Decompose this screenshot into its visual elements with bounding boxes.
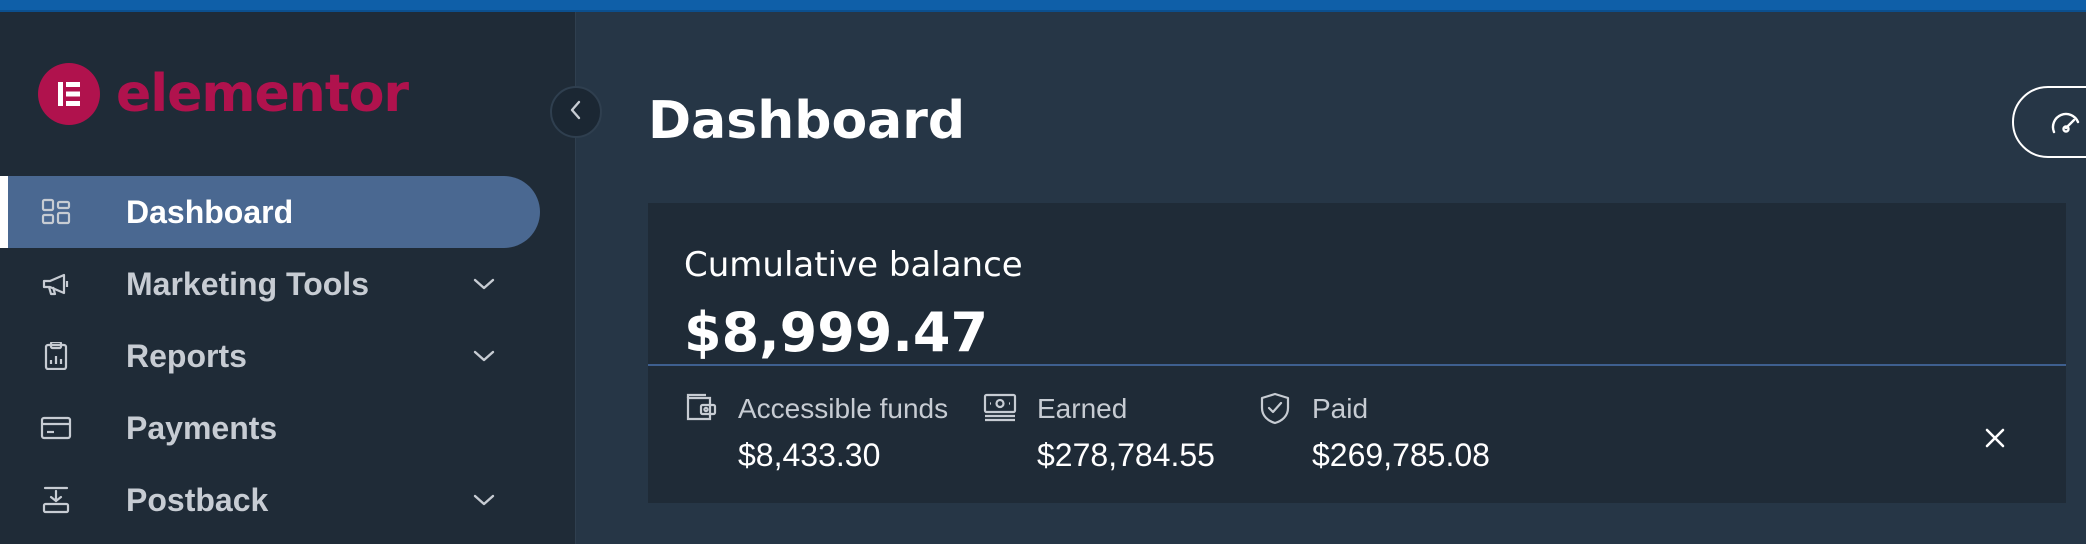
- shield-check-icon: [1258, 391, 1292, 425]
- sidebar-item-label: Dashboard: [126, 193, 294, 230]
- stat-value: $269,785.08: [1312, 437, 1490, 473]
- credit-card-icon: [40, 414, 72, 442]
- close-button[interactable]: [1978, 423, 2012, 457]
- clipboard-icon: [40, 340, 72, 371]
- wallet-icon: [684, 391, 718, 425]
- sidebar-item-reports[interactable]: Reports: [0, 320, 576, 392]
- speedometer-icon: [2050, 108, 2082, 140]
- stat-label: Paid: [1312, 393, 1369, 424]
- sidebar-item-label: Postback: [126, 481, 269, 518]
- sidebar-item-marketing-tools[interactable]: Marketing Tools: [0, 248, 576, 320]
- stat-label: Earned: [1037, 393, 1128, 424]
- cumulative-balance-card: Cumulative balance $8,999.47 Accessible …: [648, 203, 2066, 503]
- brand-name: elementor: [116, 64, 409, 124]
- sidebar-item-payments[interactable]: Payments: [0, 392, 576, 464]
- brand-logo[interactable]: elementor: [38, 62, 409, 126]
- cumulative-balance-value: $8,999.47: [684, 301, 989, 364]
- megaphone-icon: [40, 270, 72, 298]
- page-title: Dashboard: [648, 91, 966, 151]
- sidebar-item-label: Reports: [126, 337, 247, 374]
- sidebar-item-dashboard[interactable]: Dashboard: [0, 176, 540, 248]
- card-header: Cumulative balance $8,999.47: [648, 203, 2066, 364]
- chevron-down-icon[interactable]: [472, 346, 496, 366]
- sidebar: elementor Dashboard Marketing Tools Repo…: [0, 12, 576, 544]
- divider: [648, 364, 2066, 366]
- stat-value: $278,784.55: [1037, 437, 1215, 473]
- performance-button[interactable]: [2012, 86, 2086, 158]
- sidebar-nav: Dashboard Marketing Tools Reports Paymen…: [0, 176, 576, 536]
- collapse-sidebar-button[interactable]: [550, 86, 602, 138]
- chevron-left-icon: [566, 99, 586, 125]
- browser-top-bar: [0, 0, 2086, 12]
- sidebar-item-label: Marketing Tools: [126, 265, 369, 302]
- elementor-logo-icon: [38, 63, 100, 125]
- stat-label: Accessible funds: [738, 393, 949, 424]
- stat-value: $8,433.30: [738, 437, 881, 473]
- dashboard-grid-icon: [40, 198, 72, 226]
- cash-icon: [983, 391, 1017, 425]
- card-title: Cumulative balance: [684, 245, 1023, 285]
- sidebar-item-label: Payments: [126, 409, 278, 446]
- chevron-down-icon[interactable]: [472, 490, 496, 510]
- chevron-down-icon[interactable]: [472, 274, 496, 294]
- close-icon: [1984, 427, 2006, 453]
- sidebar-item-postback[interactable]: Postback: [0, 464, 576, 536]
- postback-icon: [40, 486, 72, 514]
